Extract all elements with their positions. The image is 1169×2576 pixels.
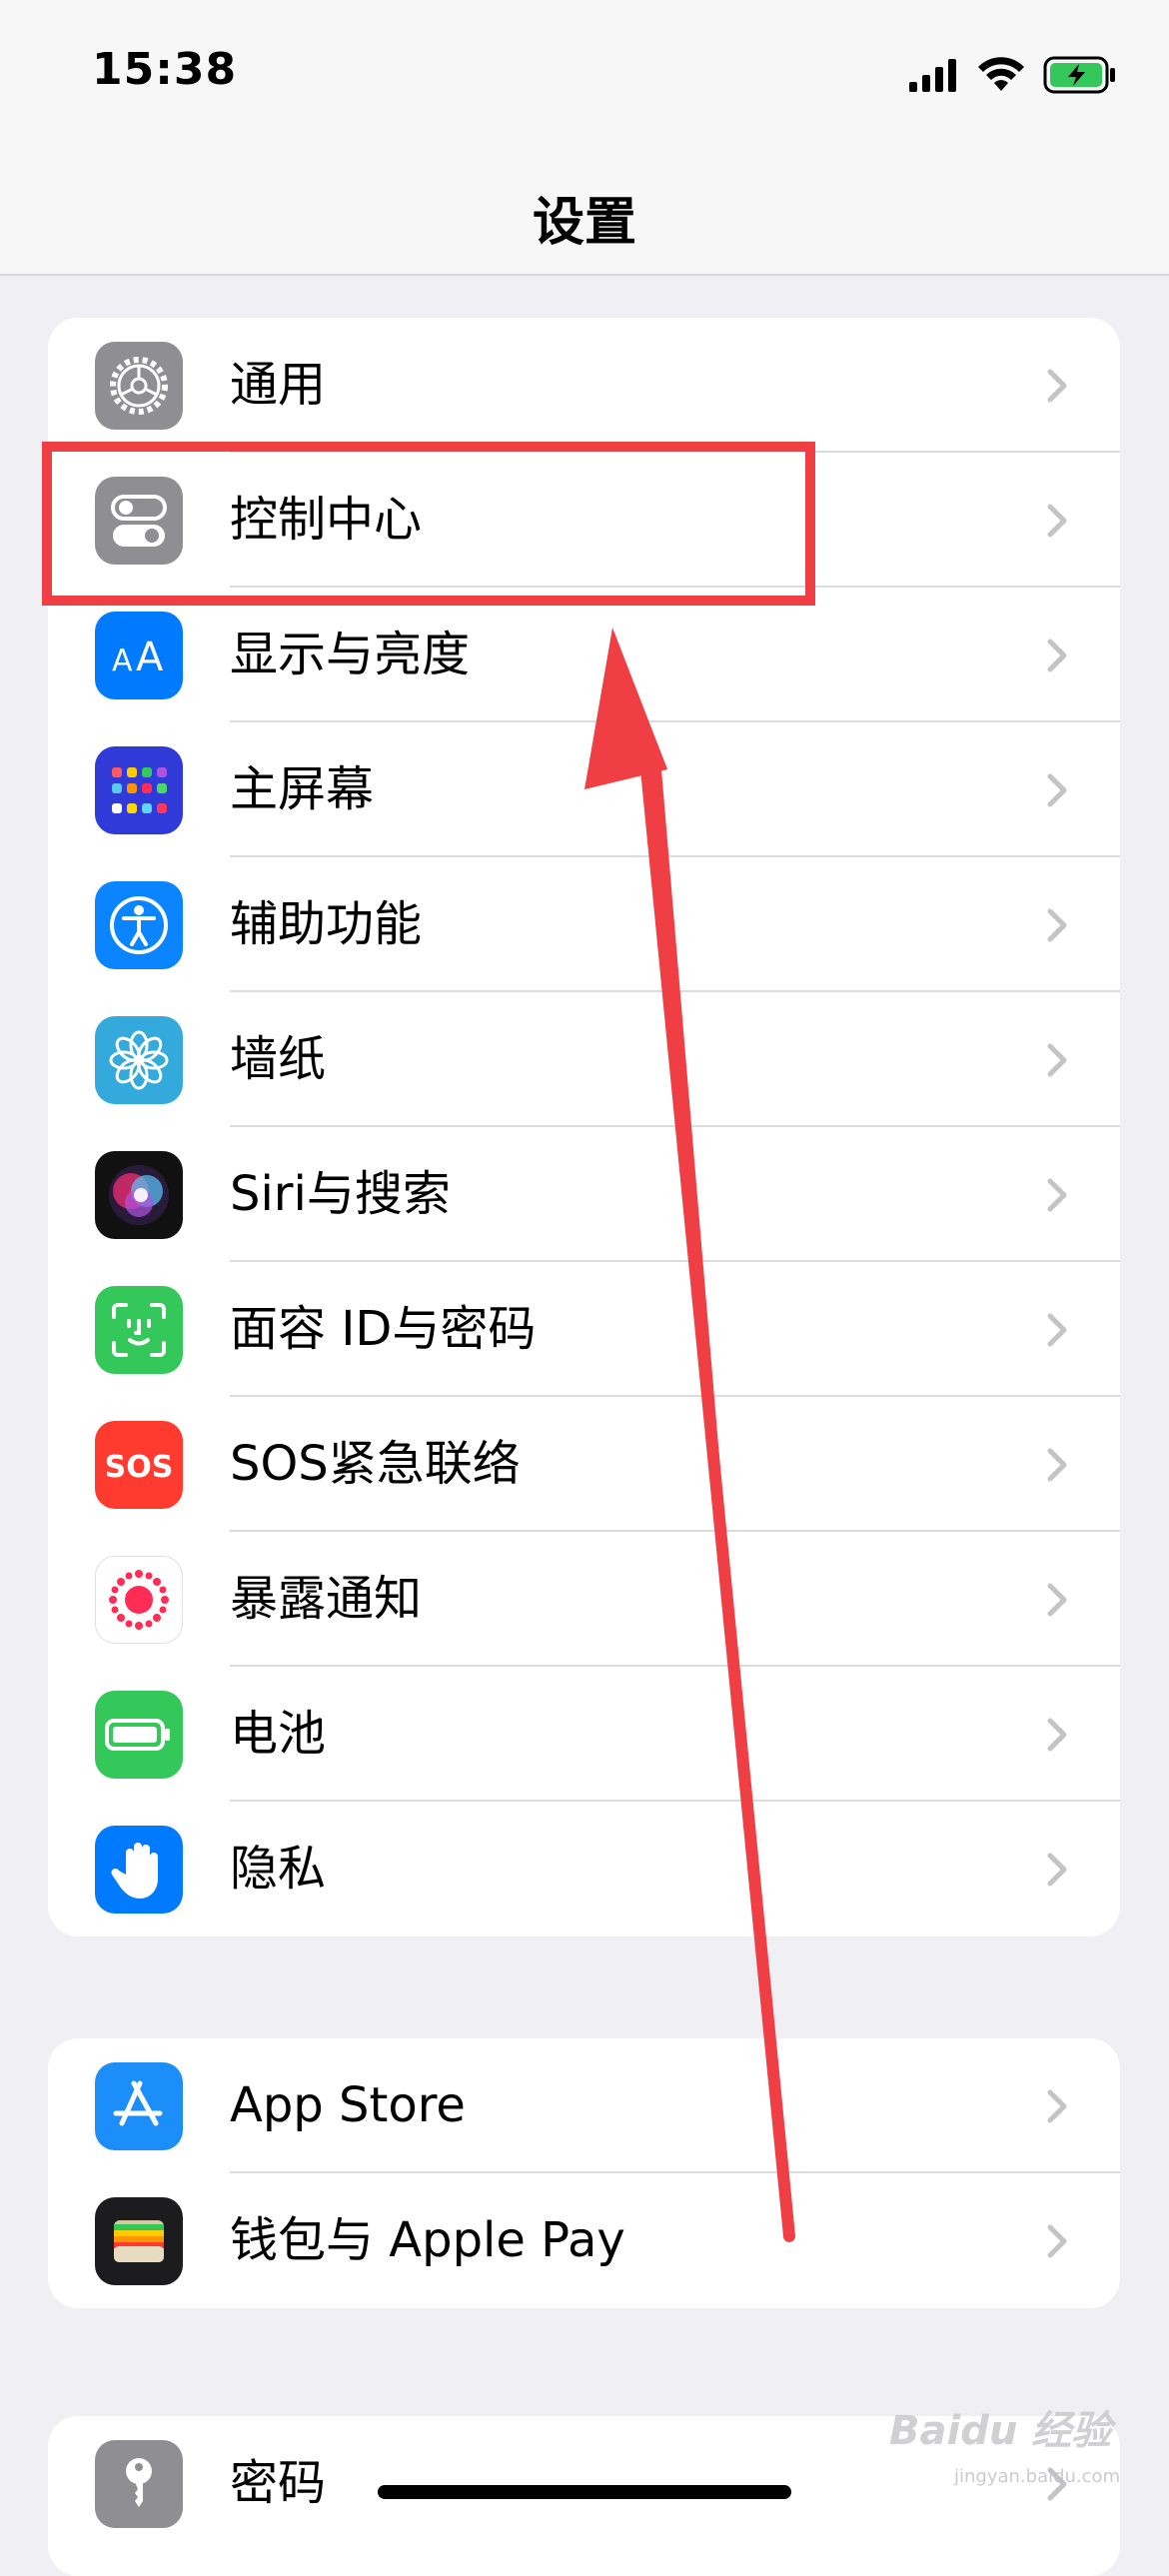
annotation-arrow (584, 628, 795, 2242)
watermark-sub: jingyan.baidu.com (954, 2466, 1121, 2487)
home-indicator[interactable] (378, 2485, 791, 2499)
watermark-text: Baidu 经验 (889, 2408, 1112, 2454)
baidu-watermark: Baidu 经验 (889, 2398, 1111, 2456)
